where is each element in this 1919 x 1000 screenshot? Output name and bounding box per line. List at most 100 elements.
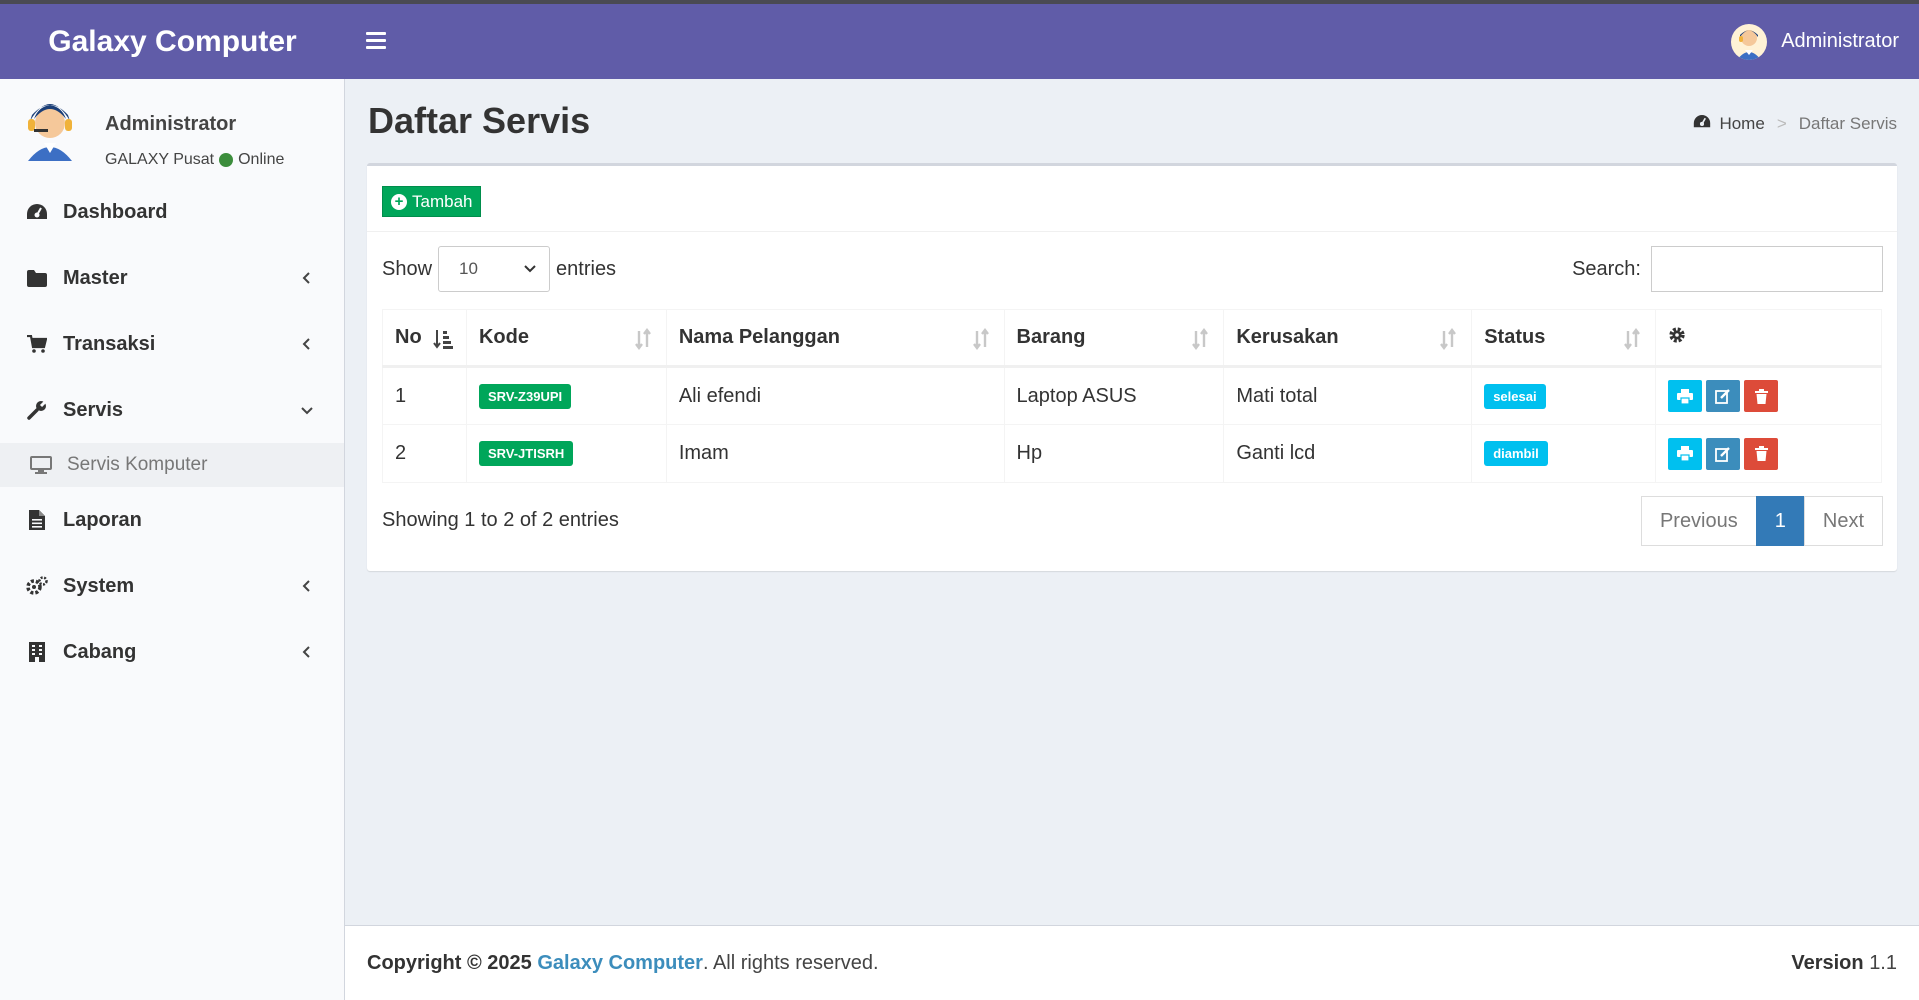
chevron-down-icon (524, 265, 536, 273)
brand-logo[interactable]: Galaxy Computer (0, 4, 345, 79)
gear-icon (1669, 326, 1685, 343)
column-header-label: Nama Pelanggan (678, 326, 840, 348)
sidebar-item-cabang[interactable]: Cabang (0, 619, 344, 685)
sidebar-item-servis[interactable]: Servis (0, 377, 344, 443)
sidebar-user-name: Administrator (105, 113, 237, 135)
sidebar-item-master[interactable]: Master (0, 245, 344, 311)
cell-nama: Ali efendi (665, 366, 1005, 425)
dashboard-icon (26, 202, 48, 222)
chevron-left-icon (302, 338, 310, 350)
edit-icon (1715, 446, 1730, 462)
chevron-down-icon (301, 407, 313, 415)
footer: Copyright © 2025 Galaxy Computer. All ri… (345, 925, 1919, 1000)
cell-no: 1 (382, 366, 467, 425)
cell-status: diambil (1471, 424, 1657, 483)
column-header-kerusakan[interactable]: Kerusakan (1223, 309, 1473, 368)
edit-button[interactable] (1706, 380, 1741, 412)
version-value: 1.1 (1869, 951, 1897, 974)
table-search: Search: (1572, 246, 1883, 292)
cell-kerusakan: Mati total (1223, 366, 1473, 425)
column-header-kode[interactable]: Kode (465, 309, 667, 368)
user-menu[interactable]: Administrator (1731, 4, 1899, 79)
kode-badge: SRV-Z39UPI (478, 383, 572, 409)
pagination-previous[interactable]: Previous (1640, 496, 1757, 546)
show-label: Show (382, 257, 433, 280)
cell-no: 2 (382, 424, 467, 483)
sort-icon (1624, 328, 1641, 350)
top-navbar: Galaxy Computer Administrator (0, 4, 1919, 79)
copyright-prefix: Copyright © 2025 (367, 951, 532, 974)
trash-icon (1754, 388, 1768, 404)
cell-kode: SRV-Z39UPI (465, 366, 667, 425)
cell-status: selesai (1471, 366, 1657, 425)
sidebar-item-servis-komputer[interactable]: Servis Komputer (0, 443, 344, 487)
sidebar-item-system[interactable]: System (0, 553, 344, 619)
table-row: 1 SRV-Z39UPI Ali efendi Laptop ASUS Mati… (382, 366, 1882, 425)
chevron-left-icon (302, 272, 310, 284)
version-label: Version (1791, 951, 1864, 974)
column-header-label: Status (1484, 326, 1546, 348)
chevron-left-icon (302, 580, 310, 592)
sidebar: Administrator GALAXY Pusat Online Dashbo… (0, 79, 345, 1000)
pagination-page[interactable]: 1 (1755, 496, 1805, 546)
pagination-next[interactable]: Next (1803, 496, 1883, 546)
column-header-status[interactable]: Status (1471, 309, 1657, 368)
cart-icon (26, 334, 48, 354)
breadcrumb: Home > Daftar Servis (1693, 114, 1897, 134)
menu-toggle-icon[interactable] (362, 28, 390, 56)
column-header-actions (1655, 309, 1882, 368)
column-header-label: Barang (1016, 326, 1086, 348)
cell-barang: Laptop ASUS (1003, 366, 1225, 425)
column-header-no[interactable]: No (382, 309, 467, 368)
delete-button[interactable] (1744, 437, 1779, 470)
entries-select[interactable]: 10 (438, 246, 551, 292)
breadcrumb-home[interactable]: Home (1719, 114, 1764, 134)
sort-icon (634, 328, 651, 350)
breadcrumb-separator: > (1776, 114, 1787, 133)
cell-actions (1655, 424, 1882, 483)
chevron-left-icon (302, 646, 310, 658)
print-button[interactable] (1668, 380, 1703, 412)
table-info: Showing 1 to 2 of 2 entries (382, 509, 619, 531)
print-icon (1677, 388, 1694, 404)
avatar (1731, 23, 1768, 60)
plus-circle-icon: + (391, 193, 407, 210)
status-badge: diambil (1484, 441, 1548, 466)
cell-barang: Hp (1003, 424, 1225, 483)
copyright-rights: . All rights reserved. (702, 951, 879, 974)
servis-list-box: + Tambah Show 10 entries Search: No Kode… (367, 163, 1897, 571)
cell-kerusakan: Ganti lcd (1223, 424, 1473, 483)
print-button[interactable] (1668, 437, 1703, 470)
sidebar-item-laporan[interactable]: Laporan (0, 487, 344, 553)
sidebar-item-label: Laporan (63, 508, 142, 531)
search-label: Search: (1572, 257, 1641, 280)
cell-nama: Imam (665, 424, 1005, 483)
delete-button[interactable] (1744, 380, 1779, 412)
table-header-row: No Kode Nama Pelanggan Barang Kerusakan … (382, 309, 1882, 368)
add-service-button[interactable]: + Tambah (382, 186, 482, 217)
status-badge: selesai (1484, 383, 1546, 409)
sidebar-item-transaksi[interactable]: Transaksi (0, 311, 344, 377)
footer-brand-link[interactable]: Galaxy Computer (537, 952, 703, 974)
monitor-icon (30, 455, 52, 475)
sidebar-item-label: Cabang (63, 640, 137, 663)
search-input[interactable] (1651, 246, 1883, 292)
entries-select-value: 10 (459, 259, 478, 278)
avatar (22, 93, 78, 161)
online-status-text: Online (238, 151, 285, 168)
topbar-user-name: Administrator (1781, 30, 1899, 52)
edit-button[interactable] (1706, 437, 1741, 470)
column-header-barang[interactable]: Barang (1003, 309, 1225, 368)
column-header-nama-pelanggan[interactable]: Nama Pelanggan (665, 309, 1005, 368)
folder-icon (26, 268, 48, 288)
branch-name: GALAXY Pusat (105, 151, 215, 168)
online-status-icon (219, 153, 234, 167)
sidebar-item-dashboard[interactable]: Dashboard (0, 179, 344, 245)
sort-icon (1440, 328, 1457, 350)
sort-icon (972, 328, 989, 350)
file-icon (26, 510, 48, 530)
kode-badge: SRV-JTISRH (478, 441, 574, 466)
cell-kode: SRV-JTISRH (465, 424, 667, 483)
edit-icon (1715, 389, 1730, 404)
servis-table: No Kode Nama Pelanggan Barang Kerusakan … (382, 309, 1882, 483)
